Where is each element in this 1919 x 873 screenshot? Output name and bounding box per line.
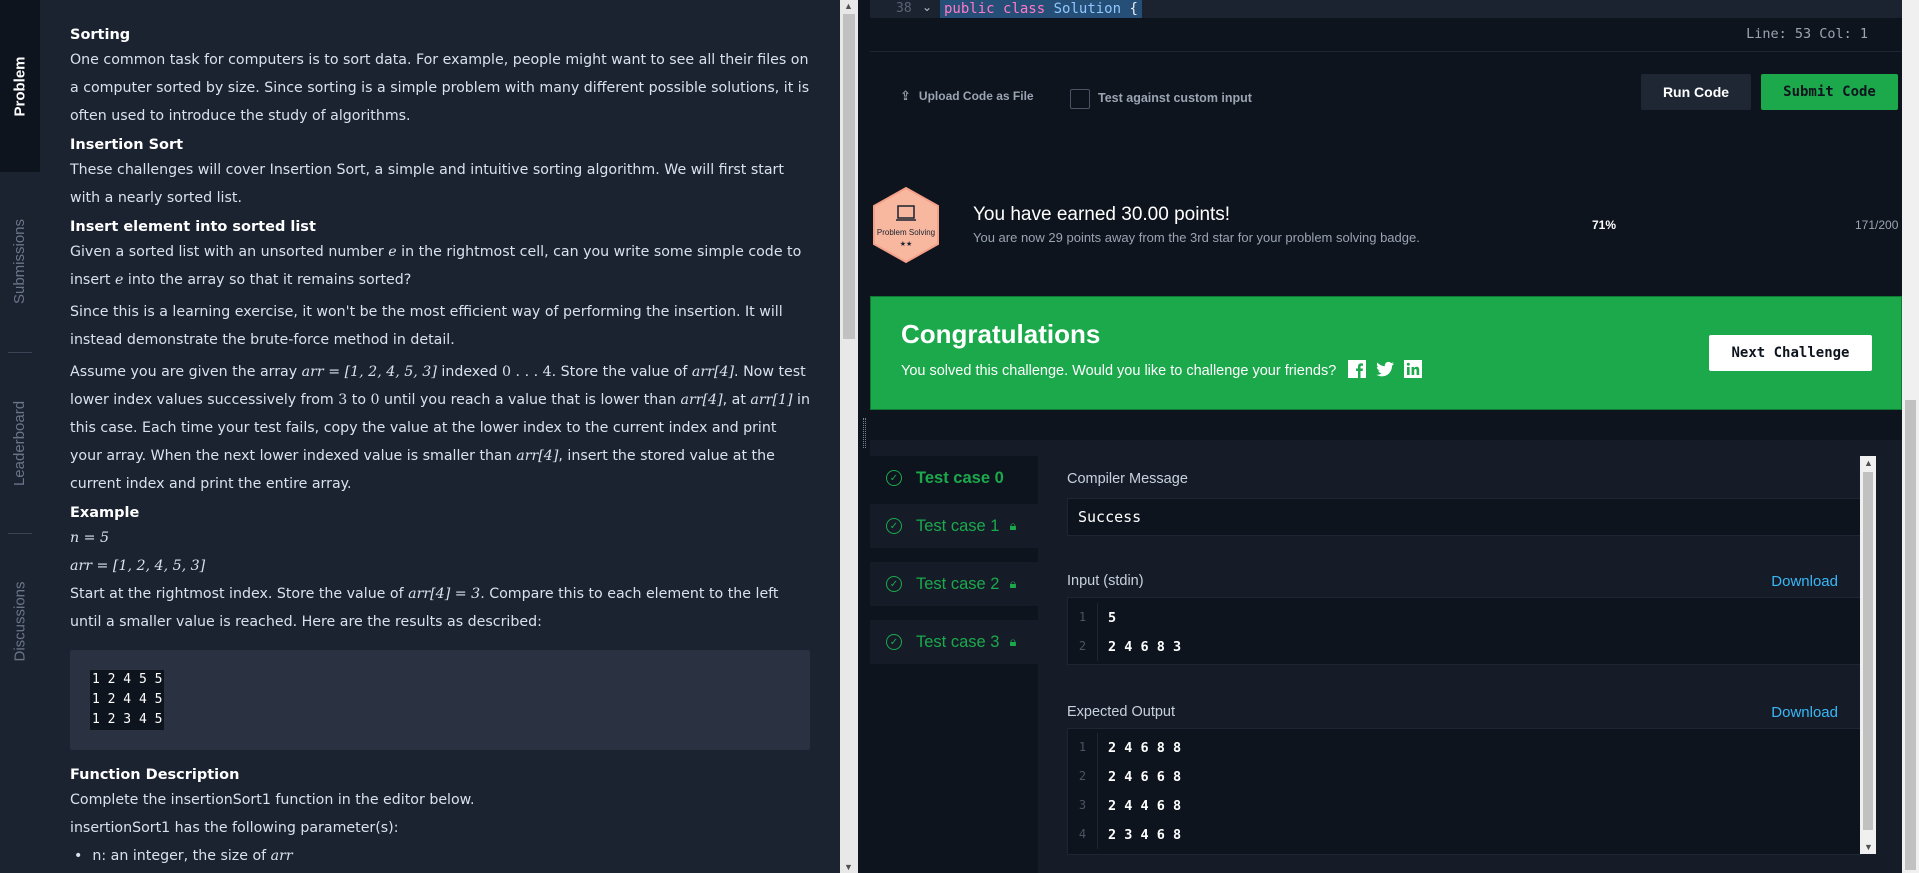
- page-scrollbar[interactable]: [1902, 0, 1919, 873]
- example-n: n = 5: [70, 530, 110, 546]
- download-input-link[interactable]: Download: [1771, 573, 1838, 590]
- heading-sorting: Sorting: [70, 27, 131, 43]
- lock-icon: 🔒︎: [1009, 634, 1017, 649]
- input-label: Input (stdin): [1067, 573, 1144, 589]
- tab-divider: [8, 533, 32, 534]
- lock-icon: 🔒︎: [1009, 576, 1017, 591]
- compiler-message-label: Compiler Message: [1067, 471, 1188, 487]
- twitter-icon[interactable]: [1375, 359, 1395, 379]
- testcase-tab-1[interactable]: ✓ Test case 1 🔒︎: [870, 504, 1038, 548]
- check-icon: ✓: [886, 634, 902, 650]
- badge-percent: 71%: [1592, 218, 1617, 232]
- heading-insert-element: Insert element into sorted list: [70, 219, 316, 235]
- expected-output-box: 12 4 6 8 8 22 4 6 6 8 32 4 4 6 8 42 3 4 …: [1067, 728, 1862, 855]
- editor-results-panel: 38 ⌄ public class Solution { Line: 53 Co…: [870, 0, 1902, 873]
- paragraph-assume: Assume you are given the array arr = [1,…: [70, 364, 810, 492]
- problem-panel: Sorting One common task for computers is…: [40, 0, 840, 873]
- paragraph-sorting: One common task for computers is to sort…: [70, 52, 810, 124]
- heading-insertion-sort: Insertion Sort: [70, 137, 184, 153]
- paragraph-params: insertionSort1 has the following paramet…: [70, 820, 399, 836]
- results-scrollbar[interactable]: ▲ ▼: [1860, 456, 1876, 854]
- example-output-block: 1 2 4 5 5 1 2 4 4 5 1 2 3 4 5: [70, 650, 810, 750]
- linkedin-icon[interactable]: [1403, 359, 1423, 379]
- code-editor-line[interactable]: 38 ⌄ public class Solution {: [870, 0, 1902, 18]
- line-number: 38: [896, 1, 912, 16]
- badge-stars: ★★: [899, 241, 913, 248]
- fold-chevron-icon[interactable]: ⌄: [922, 0, 932, 14]
- custom-input-checkbox[interactable]: [1070, 89, 1090, 109]
- io-row: 22 4 6 6 8: [1068, 762, 1861, 791]
- custom-input-label[interactable]: Test against custom input: [1098, 91, 1252, 105]
- testcase-tab-0[interactable]: ✓ Test case 0: [870, 456, 1038, 500]
- compiler-message: Success: [1067, 498, 1862, 536]
- tab-discussions[interactable]: Discussions: [0, 535, 40, 707]
- input-box: 15 22 4 6 8 3: [1067, 597, 1862, 665]
- io-row: 22 4 6 8 3: [1068, 632, 1861, 661]
- next-challenge-button[interactable]: Next Challenge: [1709, 335, 1872, 371]
- problem-scrollbar[interactable]: ▲ ▼: [840, 0, 858, 873]
- paragraph-insertion-sort: These challenges will cover Insertion So…: [70, 162, 784, 206]
- testcase-tab-3[interactable]: ✓ Test case 3 🔒︎: [870, 620, 1038, 664]
- submit-code-button[interactable]: Submit Code: [1761, 74, 1898, 110]
- badge-progress: 171/200: [1855, 218, 1899, 232]
- expected-output-label: Expected Output: [1067, 704, 1176, 720]
- download-expected-link[interactable]: Download: [1771, 704, 1838, 721]
- problem-solving-badge-icon: [873, 186, 939, 264]
- badge-label: Problem Solving: [876, 228, 936, 237]
- tab-problem[interactable]: Problem: [0, 0, 40, 172]
- heading-function-description: Function Description: [70, 767, 240, 783]
- lock-icon: 🔒︎: [1009, 518, 1017, 533]
- scrollbar-thumb[interactable]: [843, 14, 855, 339]
- paragraph-insert-element: Given a sorted list with an unsorted num…: [70, 244, 802, 288]
- scrollbar-thumb[interactable]: [1905, 400, 1916, 870]
- tab-divider: [8, 352, 32, 353]
- selected-code[interactable]: public class Solution {: [940, 0, 1142, 18]
- code-line: 1 2 4 4 5: [90, 690, 165, 710]
- io-row: 15: [1068, 603, 1861, 632]
- param-item: n: an integer, the size of arr: [70, 842, 810, 870]
- param-list: n: an integer, the size of arr: [70, 842, 810, 870]
- check-icon: ✓: [886, 470, 902, 486]
- code-line: 1 2 4 5 5: [90, 670, 165, 690]
- check-icon: ✓: [886, 518, 902, 534]
- testcase-list: ✓ Test case 0 ✓ Test case 1 🔒︎ ✓ Test case 2…: [870, 456, 1038, 873]
- upload-code-button[interactable]: ⇪ Upload Code as File: [900, 88, 1034, 104]
- run-code-button[interactable]: Run Code: [1641, 74, 1751, 110]
- tab-submissions[interactable]: Submissions: [0, 172, 40, 350]
- scroll-up-arrow-icon[interactable]: ▲: [844, 1, 853, 11]
- facebook-icon[interactable]: [1347, 359, 1367, 379]
- points-remaining: You are now 29 points away from the 3rd …: [973, 230, 1420, 245]
- paragraph-learning: Since this is a learning exercise, it wo…: [70, 304, 783, 348]
- io-row: 12 4 6 8 8: [1068, 733, 1861, 762]
- congratulations-banner: Congratulations You solved this challeng…: [870, 296, 1902, 410]
- scroll-up-arrow-icon[interactable]: ▲: [1864, 458, 1873, 468]
- heading-example: Example: [70, 505, 140, 521]
- cursor-status: Line: 53 Col: 1: [1746, 26, 1868, 42]
- points-earned: You have earned 30.00 points!: [973, 204, 1231, 225]
- tab-leaderboard[interactable]: Leaderboard: [0, 354, 40, 532]
- paragraph-start: Start at the rightmost index. Store the …: [70, 586, 779, 630]
- congrats-message: You solved this challenge. Would you lik…: [901, 363, 1337, 379]
- scroll-down-arrow-icon[interactable]: ▼: [844, 862, 853, 872]
- problem-statement: Sorting One common task for computers is…: [70, 20, 810, 870]
- upload-icon: ⇪: [900, 88, 911, 103]
- example-arr: arr = [1, 2, 4, 5, 3]: [70, 558, 206, 574]
- io-row: 32 4 4 6 8: [1068, 791, 1861, 820]
- scroll-down-arrow-icon[interactable]: ▼: [1864, 842, 1873, 852]
- congrats-title: Congratulations: [901, 319, 1101, 349]
- scrollbar-thumb[interactable]: [1863, 472, 1873, 830]
- paragraph-function: Complete the insertionSort1 function in …: [70, 792, 475, 808]
- side-tabs: Problem Submissions Leaderboard Discussi…: [0, 0, 40, 873]
- resize-grip-icon[interactable]: [863, 418, 866, 448]
- testcase-tab-2[interactable]: ✓ Test case 2 🔒︎: [870, 562, 1038, 606]
- io-row: 42 3 4 6 8: [1068, 820, 1861, 849]
- check-icon: ✓: [886, 576, 902, 592]
- code-line: 1 2 3 4 5: [90, 710, 165, 730]
- divider: [870, 51, 1902, 52]
